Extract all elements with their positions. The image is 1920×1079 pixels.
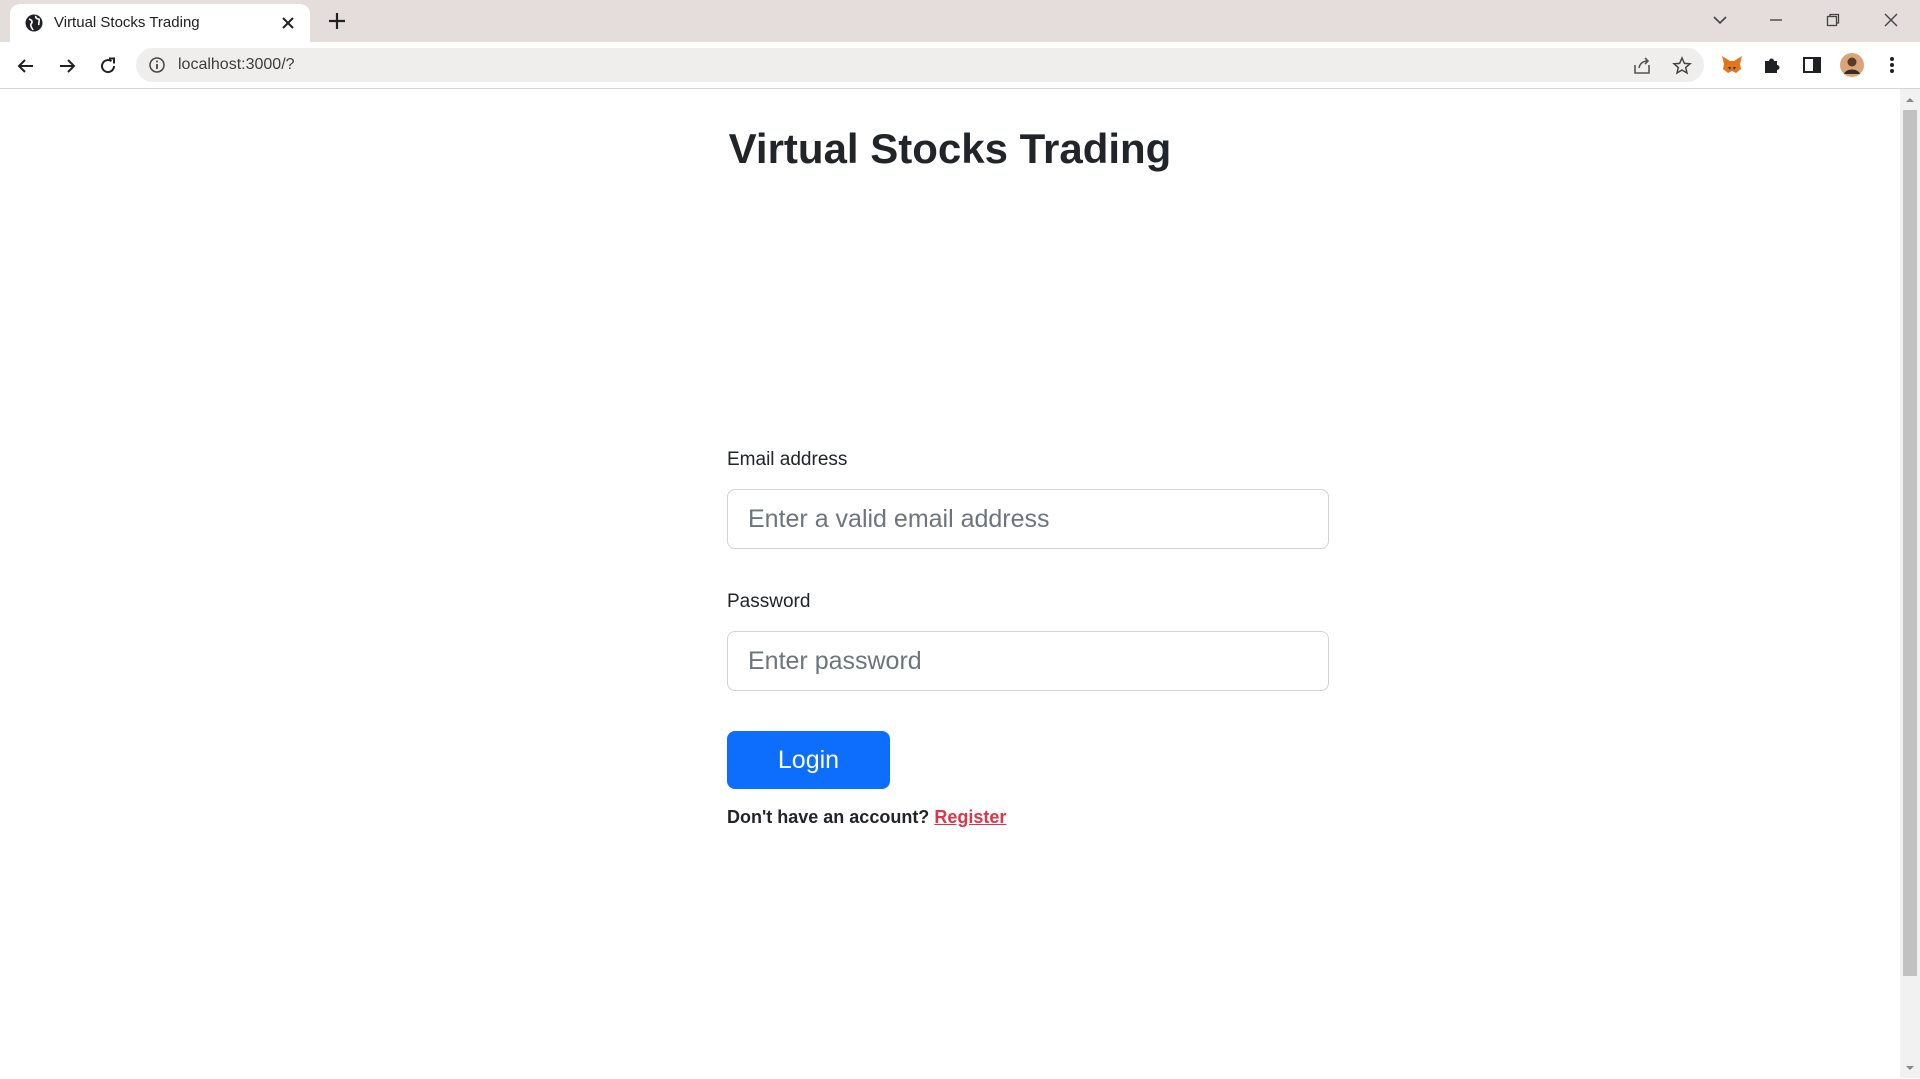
page-viewport: Virtual Stocks Trading Email address Pas… [0,89,1900,1078]
login-button[interactable]: Login [727,731,890,789]
close-tab-icon[interactable] [278,13,298,33]
bookmark-star-icon[interactable] [1671,55,1693,77]
extensions-puzzle-icon[interactable] [1760,53,1784,77]
login-form: Email address Password Login Don't have … [727,449,1329,828]
url-text: localhost:3000/? [178,56,295,73]
signup-prompt-text: Don't have an account? [727,807,930,827]
address-bar[interactable]: localhost:3000/? [136,48,1704,82]
minimize-icon[interactable] [1760,6,1792,34]
email-input[interactable] [727,489,1329,549]
browser-menu-icon[interactable] [1880,53,1904,77]
email-label: Email address [727,449,848,470]
browser-toolbar: localhost:3000/? [0,42,1920,89]
signup-prompt: Don't have an account? Register [727,807,1329,828]
scroll-up-arrow-icon[interactable] [1904,93,1916,105]
new-tab-icon[interactable] [326,10,348,32]
register-link[interactable]: Register [934,807,1006,827]
tab-title: Virtual Stocks Trading [54,14,200,31]
password-input[interactable] [727,631,1329,691]
close-window-icon[interactable] [1875,6,1907,34]
back-arrow-icon[interactable] [12,52,40,80]
page-title: Virtual Stocks Trading [728,125,1172,172]
browser-tab[interactable]: Virtual Stocks Trading [10,4,310,42]
info-icon[interactable] [148,56,166,74]
password-label: Password [727,591,811,612]
profile-avatar[interactable] [1840,53,1864,77]
scrollbar-thumb[interactable] [1903,110,1917,976]
tab-search-icon[interactable] [1704,6,1736,34]
share-icon[interactable] [1631,55,1653,77]
globe-icon [24,13,44,33]
page-scrollbar[interactable] [1900,89,1920,1078]
forward-arrow-icon[interactable] [53,52,81,80]
metamask-fox-icon[interactable] [1720,53,1744,77]
tab-strip: Virtual Stocks Trading [0,0,1920,42]
restore-icon[interactable] [1817,6,1849,34]
reload-icon[interactable] [94,52,122,80]
side-panel-icon[interactable] [1800,53,1824,77]
scroll-down-arrow-icon[interactable] [1904,1061,1916,1073]
